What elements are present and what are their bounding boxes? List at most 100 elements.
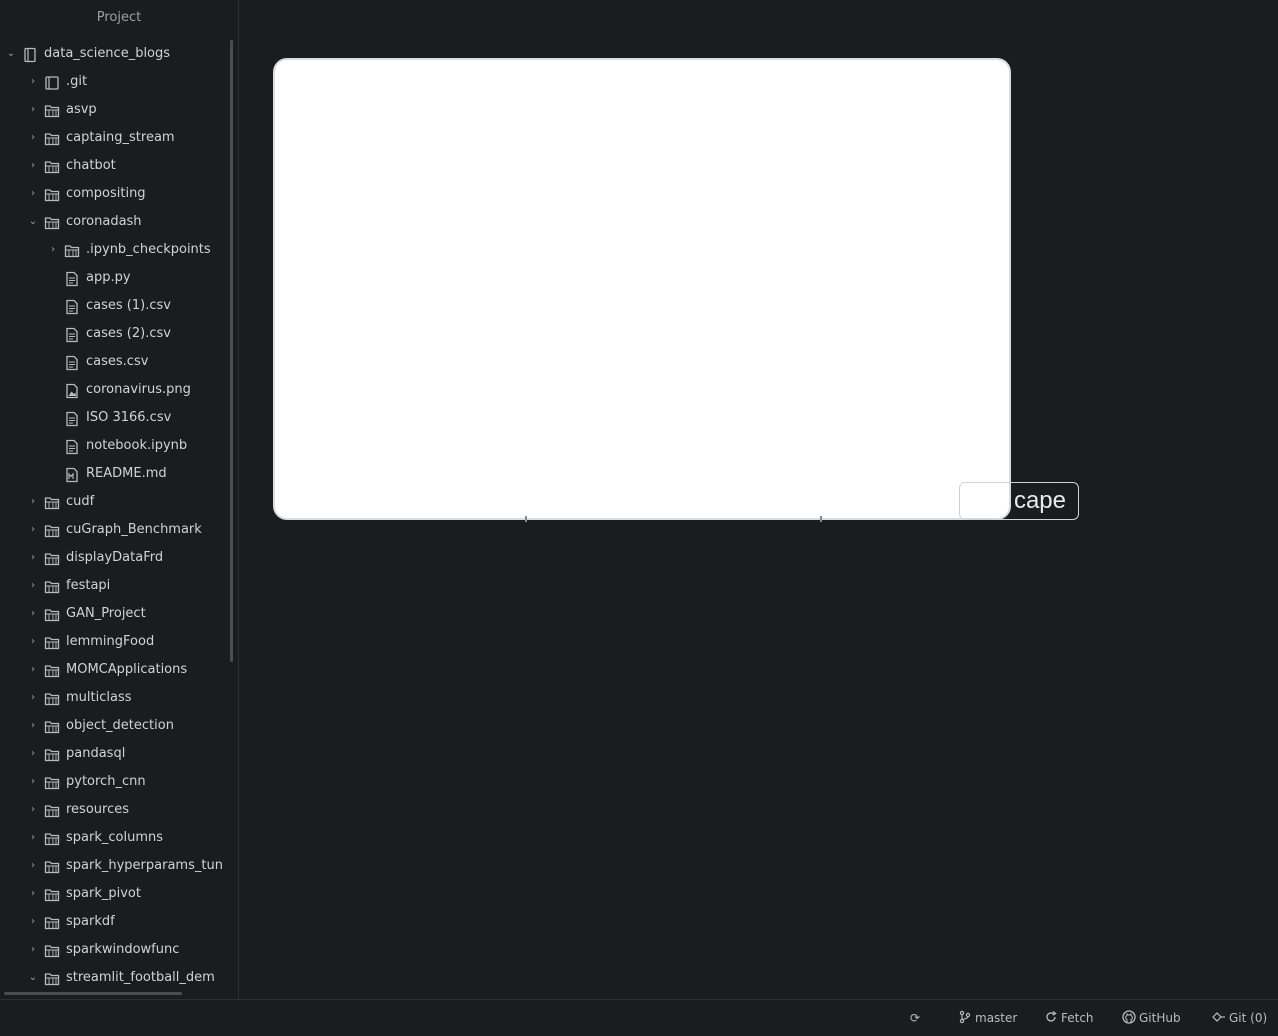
- folder-icon: [44, 550, 60, 566]
- chevron-right-icon[interactable]: ›: [28, 96, 38, 124]
- fetch-icon: [1046, 1010, 1057, 1022]
- tree-folder-item[interactable]: › .git: [0, 68, 232, 96]
- tree-item-label: chatbot: [66, 158, 116, 173]
- tree-folder-item[interactable]: › captaing_stream: [0, 124, 232, 152]
- folder-icon: [44, 130, 60, 146]
- folder-icon: [44, 746, 60, 762]
- chevron-right-icon[interactable]: ›: [28, 880, 38, 908]
- chevron-right-icon[interactable]: ›: [28, 768, 38, 796]
- folder-icon: [44, 886, 60, 902]
- tree-folder-item[interactable]: › resources: [0, 796, 232, 824]
- tree-folder-item[interactable]: › cudf: [0, 488, 232, 516]
- folder-icon: [44, 858, 60, 874]
- chevron-right-icon[interactable]: ›: [28, 936, 38, 964]
- tree-folder-item[interactable]: › compositing: [0, 180, 232, 208]
- tree-folder-item[interactable]: › GAN_Project: [0, 600, 232, 628]
- tree-file-item[interactable]: ISO 3166.csv: [0, 404, 232, 432]
- github-button[interactable]: GitHub: [1122, 1000, 1181, 1036]
- chevron-right-icon[interactable]: ›: [28, 600, 38, 628]
- tree-folder-item[interactable]: › festapi: [0, 572, 232, 600]
- chevron-right-icon[interactable]: ›: [28, 712, 38, 740]
- chevron-right-icon[interactable]: ›: [28, 180, 38, 208]
- file-image-icon: [64, 382, 80, 399]
- editor-area: cape: [239, 0, 1278, 999]
- tree-item-label: pytorch_cnn: [66, 774, 146, 789]
- tree-folder-item[interactable]: › spark_pivot: [0, 880, 232, 908]
- chevron-right-icon[interactable]: ›: [28, 488, 38, 516]
- folder-icon: [44, 522, 60, 538]
- tree-folder-item[interactable]: ⌄ data_science_blogs: [0, 40, 232, 68]
- tree-folder-item[interactable]: › pytorch_cnn: [0, 768, 232, 796]
- tree-folder-item[interactable]: › pandasql: [0, 740, 232, 768]
- tree-item-label: object_detection: [66, 718, 174, 733]
- tree-file-item[interactable]: notebook.ipynb: [0, 432, 232, 460]
- sync-button[interactable]: ⟳: [910, 1000, 920, 1036]
- chevron-right-icon[interactable]: ›: [28, 908, 38, 936]
- chevron-right-icon[interactable]: ›: [28, 796, 38, 824]
- chevron-right-icon[interactable]: ›: [28, 68, 38, 96]
- chevron-right-icon[interactable]: ›: [28, 152, 38, 180]
- tree-folder-item[interactable]: › .ipynb_checkpoints: [0, 236, 232, 264]
- chevron-right-icon[interactable]: ›: [28, 628, 38, 656]
- folder-icon: [44, 158, 60, 174]
- folder-icon: [44, 718, 60, 734]
- tree-folder-item[interactable]: › sparkwindowfunc: [0, 936, 232, 964]
- tree-item-label: sparkdf: [66, 914, 115, 929]
- folder-icon: [44, 802, 60, 818]
- preview-tick: [820, 516, 822, 522]
- tree-folder-item[interactable]: › chatbot: [0, 152, 232, 180]
- tree-folder-item[interactable]: › asvp: [0, 96, 232, 124]
- tree-item-label: streamlit_football_dem: [66, 970, 215, 985]
- git-button[interactable]: Git (0): [1212, 1000, 1267, 1036]
- tree-item-label: MOMCApplications: [66, 662, 188, 677]
- chevron-down-icon[interactable]: ⌄: [28, 964, 38, 992]
- chevron-right-icon[interactable]: ›: [28, 852, 38, 880]
- chevron-right-icon[interactable]: ›: [28, 684, 38, 712]
- tree-file-item[interactable]: README.md: [0, 460, 232, 488]
- tree-item-label: cases.csv: [86, 354, 149, 369]
- chevron-right-icon[interactable]: ›: [28, 824, 38, 852]
- git-diff-icon: [1212, 1012, 1225, 1022]
- sidebar-vertical-scrollbar[interactable]: [230, 40, 233, 662]
- tree-item-label: cases (2).csv: [86, 326, 171, 341]
- tree-file-item[interactable]: cases.csv: [0, 348, 232, 376]
- chevron-down-icon[interactable]: ⌄: [28, 208, 38, 236]
- fetch-button[interactable]: Fetch: [1044, 1000, 1094, 1036]
- tree-folder-item[interactable]: › displayDataFrd: [0, 544, 232, 572]
- tree-file-item[interactable]: coronavirus.png: [0, 376, 232, 404]
- tree-file-item[interactable]: cases (1).csv: [0, 292, 232, 320]
- tree-item-label: captaing_stream: [66, 130, 175, 145]
- tree-folder-item[interactable]: › cuGraph_Benchmark: [0, 516, 232, 544]
- branch-label: master: [975, 1011, 1018, 1025]
- project-tree: ⌄ data_science_blogs › .git › asvp › captaing_s…: [0, 40, 232, 992]
- tree-folder-item[interactable]: ⌄ coronadash: [0, 208, 232, 236]
- chevron-right-icon[interactable]: ›: [48, 236, 58, 264]
- tree-folder-item[interactable]: › spark_columns: [0, 824, 232, 852]
- tree-item-label: notebook.ipynb: [86, 438, 188, 453]
- escape-hint-chip[interactable]: cape: [959, 482, 1079, 520]
- folder-icon: [44, 774, 60, 790]
- tree-folder-item[interactable]: ⌄ streamlit_football_dem: [0, 964, 232, 992]
- chevron-down-icon[interactable]: ⌄: [6, 40, 16, 68]
- tree-file-item[interactable]: cases (2).csv: [0, 320, 232, 348]
- chevron-right-icon[interactable]: ›: [28, 124, 38, 152]
- tree-folder-item[interactable]: › spark_hyperparams_tun: [0, 852, 232, 880]
- image-preview-panel: [273, 58, 1011, 522]
- tree-file-item[interactable]: app.py: [0, 264, 232, 292]
- chevron-right-icon[interactable]: ›: [28, 516, 38, 544]
- folder-icon: [44, 690, 60, 706]
- tree-folder-item[interactable]: › multiclass: [0, 684, 232, 712]
- chevron-right-icon[interactable]: ›: [28, 572, 38, 600]
- github-label: GitHub: [1139, 1011, 1181, 1025]
- tree-folder-item[interactable]: › object_detection: [0, 712, 232, 740]
- chevron-right-icon[interactable]: ›: [28, 544, 38, 572]
- tree-item-label: cuGraph_Benchmark: [66, 522, 202, 537]
- tree-item-label: multiclass: [66, 690, 132, 705]
- tree-folder-item[interactable]: › MOMCApplications: [0, 656, 232, 684]
- chevron-right-icon[interactable]: ›: [28, 740, 38, 768]
- chevron-right-icon[interactable]: ›: [28, 656, 38, 684]
- sidebar-horizontal-scrollbar[interactable]: [4, 992, 182, 995]
- branch-button[interactable]: master: [958, 1000, 1017, 1036]
- tree-folder-item[interactable]: › sparkdf: [0, 908, 232, 936]
- tree-folder-item[interactable]: › lemmingFood: [0, 628, 232, 656]
